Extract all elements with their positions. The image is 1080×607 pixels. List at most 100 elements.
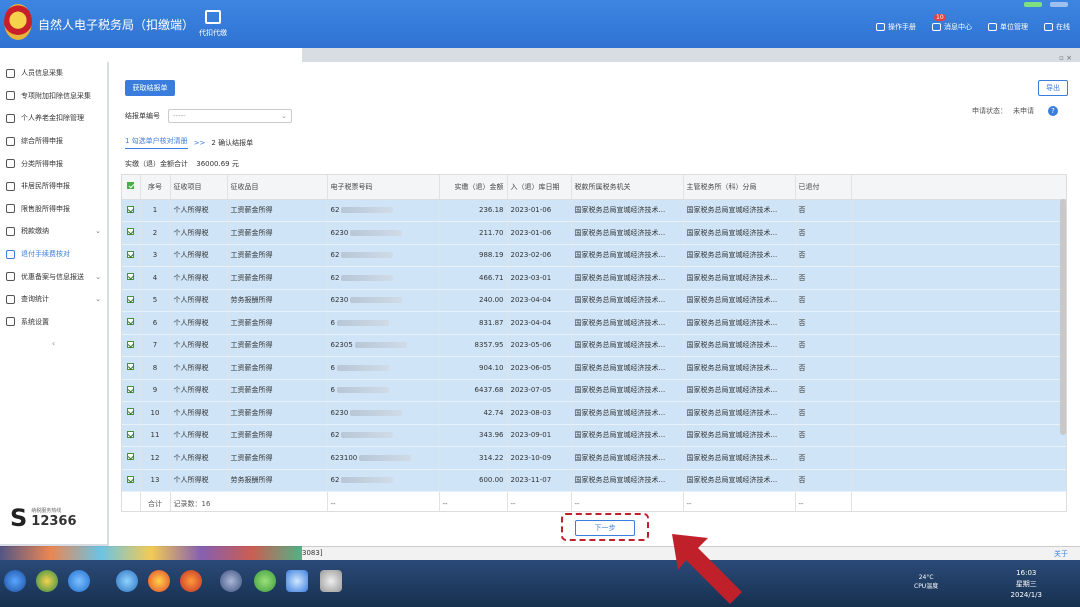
collapse-button[interactable]: ‹ (0, 339, 107, 348)
sidebar-item-label: 分类所得申报 (21, 159, 63, 168)
select-all-checkbox[interactable] (127, 182, 135, 190)
help-icon[interactable]: ? (1048, 106, 1058, 116)
cell-text: 8357.95 (474, 341, 504, 350)
row-checkbox[interactable] (127, 475, 135, 483)
row-checkbox-cell[interactable] (122, 266, 141, 290)
sidebar-item[interactable]: 限售股所得申报 (0, 198, 107, 221)
tax-app-icon[interactable] (286, 570, 308, 592)
row-checkbox-cell[interactable] (122, 311, 141, 335)
about-link[interactable]: 关于 (1054, 549, 1068, 559)
table-cell: 8 (140, 356, 171, 380)
table-row[interactable]: 13 个人所得税 劳务报酬所得 62 600.00 2023-11-07 国家税务总局宣城经… (122, 469, 1066, 492)
row-checkbox-cell[interactable] (122, 446, 141, 470)
sidebar-item-label: 人员信息采集 (21, 69, 63, 78)
start-icon[interactable] (4, 570, 26, 592)
sidebar-item[interactable]: 非居民所得申报 (0, 175, 107, 198)
sidebar-item[interactable]: 税款缴纳 ⌄ (0, 220, 107, 243)
settlement-number-select[interactable]: ----- ⌄ (168, 109, 292, 123)
message-center-button[interactable]: 10 消息中心 (932, 14, 972, 32)
table-row[interactable]: 3 个人所得税 工资薪金所得 62 988.19 2023-02-06 国家税务总局宣城经济… (122, 244, 1066, 267)
online-button[interactable]: 在线 (1044, 22, 1070, 32)
row-checkbox-cell[interactable] (122, 199, 141, 222)
next-step-button[interactable]: 下一步 (575, 520, 635, 536)
sidebar-item[interactable]: 系统设置 (0, 311, 107, 334)
sidebar-item[interactable]: 专项附加扣除信息采集 (0, 85, 107, 108)
sidebar-item[interactable]: 个人养老金扣除管理 (0, 107, 107, 130)
cell-text: 国家税务总局宣城经济技术... (574, 318, 666, 327)
row-checkbox[interactable] (127, 340, 135, 348)
app-icon[interactable] (36, 570, 58, 592)
cell-text: 个人所得税 (173, 318, 209, 327)
cell-text: 904.10 (479, 363, 504, 372)
cell-text: 6230 (330, 408, 349, 417)
table-cell: 否 (795, 221, 852, 245)
sidebar-item[interactable]: 分类所得申报 (0, 152, 107, 175)
sidebar-item[interactable]: 优惠备案与信息报送 ⌄ (0, 265, 107, 288)
row-checkbox[interactable] (127, 205, 135, 213)
cell-text: 7 (152, 341, 158, 350)
table-row[interactable]: 6 个人所得税 工资薪金所得 6 831.87 2023-04-04 国家税务总局宣城经济技… (122, 311, 1066, 335)
chrome-icon[interactable] (148, 570, 170, 592)
step-1[interactable]: 1 勾选单户核对清册 (125, 136, 188, 149)
row-checkbox-cell[interactable] (122, 334, 141, 357)
panel-close-icon[interactable]: ▫ × (1059, 54, 1072, 62)
table-row[interactable]: 8 个人所得税 工资薪金所得 6 904.10 2023-06-05 国家税务总局宣城经济技… (122, 356, 1066, 380)
row-checkbox-cell[interactable] (122, 289, 141, 312)
sidebar-item-label: 综合所得申报 (21, 137, 63, 146)
clock[interactable]: 16:03 星期三 2024/1/3 (1011, 568, 1042, 601)
fetch-settlement-button[interactable]: 获取结报单 (125, 80, 175, 96)
table-row[interactable]: 10 个人所得税 工资薪金所得 6230 42.74 2023-08-03 国家税务总局宣城… (122, 401, 1066, 425)
row-checkbox[interactable] (127, 250, 135, 258)
table-row[interactable]: 11 个人所得税 工资薪金所得 62 343.96 2023-09-01 国家税务总局宣城经… (122, 424, 1066, 447)
table-row[interactable]: 7 个人所得税 工资薪金所得 62305 8357.95 2023-05-06 国家税务总局… (122, 334, 1066, 357)
ie-icon[interactable] (68, 570, 90, 592)
row-checkbox-cell[interactable] (122, 379, 141, 402)
table-row[interactable]: 4 个人所得税 工资薪金所得 62 466.71 2023-03-01 国家税务总局宣城经济… (122, 266, 1066, 290)
app-icon[interactable] (254, 570, 276, 592)
sidebar-item[interactable]: 退付手续费核对 (0, 243, 107, 266)
table-row[interactable]: 5 个人所得税 劳务报酬所得 6230 240.00 2023-04-04 国家税务总局宣城… (122, 289, 1066, 312)
row-checkbox-cell[interactable] (122, 244, 141, 267)
row-checkbox-cell[interactable] (122, 221, 141, 245)
row-checkbox-cell[interactable] (122, 469, 141, 492)
table-cell: 623100 (327, 446, 440, 470)
footer-dash: -- (795, 491, 852, 511)
cell-text: 6 (330, 386, 335, 395)
row-checkbox[interactable] (127, 363, 135, 371)
row-checkbox[interactable] (127, 318, 135, 326)
row-checkbox[interactable] (127, 408, 135, 416)
row-checkbox[interactable] (127, 430, 135, 438)
table-row[interactable]: 12 个人所得税 工资薪金所得 623100 314.22 2023-10-09 国家税务总… (122, 446, 1066, 470)
table-scrollbar[interactable] (1060, 199, 1066, 435)
sidebar-item[interactable]: 人员信息采集 (0, 62, 107, 85)
row-checkbox[interactable] (127, 228, 135, 236)
row-checkbox-cell[interactable] (122, 356, 141, 380)
table-cell: 否 (795, 379, 852, 402)
row-checkbox-cell[interactable] (122, 401, 141, 425)
table-cell: 42.74 (439, 401, 508, 425)
firefox-icon[interactable] (180, 570, 202, 592)
app-icon[interactable] (220, 570, 242, 592)
cell-text: 42.74 (483, 408, 504, 417)
sidebar-item[interactable]: 综合所得申报 (0, 130, 107, 153)
table-row[interactable]: 2 个人所得税 工资薪金所得 6230 211.70 2023-01-06 国家税务总局宣城… (122, 221, 1066, 245)
cell-text: 个人所得税 (173, 453, 209, 462)
row-checkbox[interactable] (127, 385, 135, 393)
step-2[interactable]: 2 确认结报单 (211, 138, 253, 148)
app-icon[interactable] (116, 570, 138, 592)
tab-withholding[interactable]: 代扣代缴 (196, 10, 230, 38)
table-cell-filler (851, 266, 1066, 290)
row-checkbox-cell[interactable] (122, 424, 141, 447)
unit-management-button[interactable]: 单位管理 (988, 22, 1028, 32)
select-all-checkbox-cell[interactable] (122, 175, 141, 200)
manual-button[interactable]: 操作手册 (876, 22, 916, 32)
export-button[interactable]: 导出 (1038, 80, 1068, 96)
paint-icon[interactable] (320, 570, 342, 592)
row-checkbox[interactable] (127, 273, 135, 281)
table-row[interactable]: 1 个人所得税 工资薪金所得 62 236.18 2023-01-06 国家税务总局宣城经济… (122, 199, 1066, 222)
row-checkbox[interactable] (127, 453, 135, 461)
row-checkbox[interactable] (127, 295, 135, 303)
minimize-button[interactable] (1050, 2, 1068, 7)
table-row[interactable]: 9 个人所得税 工资薪金所得 6 6437.68 2023-07-05 国家税务总局宣城经济… (122, 379, 1066, 402)
sidebar-item[interactable]: 查询统计 ⌄ (0, 288, 107, 311)
